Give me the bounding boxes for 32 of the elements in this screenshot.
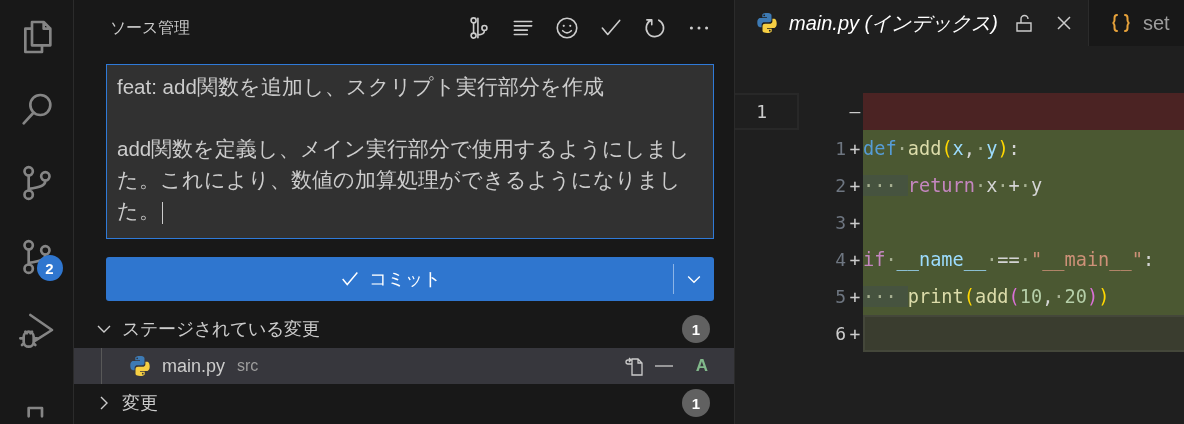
section-header[interactable]: 変更 — [122, 391, 682, 415]
notification-badge: 2 — [36, 255, 63, 282]
line-number: 1 — [835, 138, 846, 159]
count-badge: 1 — [682, 315, 710, 343]
added-marker: + — [848, 323, 862, 344]
added-marker: + — [848, 138, 862, 159]
line-number: 2 — [835, 175, 846, 196]
file-name: main.py — [162, 355, 226, 377]
line-number: 3 — [835, 212, 846, 233]
python-icon — [128, 354, 152, 378]
panel-title: ソース管理 — [110, 17, 191, 38]
editor-tab[interactable]: main.py (インデックス) — [735, 0, 1089, 46]
commit-message-field[interactable]: feat: add関数を追加し、スクリプト実行部分を作成 add関数を定義し、メイン実行部分で使用するようにしました。これにより、数値の加算処理ができるようになりました。 — [106, 64, 714, 239]
added-marker: + — [848, 212, 862, 233]
code-line: def·add(x,·y): — [863, 138, 1020, 159]
file-row[interactable]: main.py src A — [74, 348, 734, 384]
code-line: ··· print(add(10,·20)) — [863, 286, 1110, 307]
folder-name: src — [237, 357, 260, 375]
code-line: ··· return·x·+·y — [863, 175, 1043, 196]
added-marker: + — [848, 286, 862, 307]
line-number: 6 — [835, 323, 846, 344]
python-icon — [755, 11, 779, 35]
line-number: 5 — [835, 286, 846, 307]
line-number: 1 — [756, 101, 767, 122]
section-header[interactable]: ステージされている変更 — [122, 317, 682, 341]
added-marker: + — [848, 249, 862, 270]
status-letter: A — [694, 356, 710, 376]
added-marker: + — [848, 175, 862, 196]
removed-marker: — — [848, 101, 862, 122]
code-line: if·__name__·==·"__main__": — [863, 249, 1155, 270]
line-number: 4 — [835, 249, 846, 270]
count-badge: 1 — [682, 389, 710, 417]
